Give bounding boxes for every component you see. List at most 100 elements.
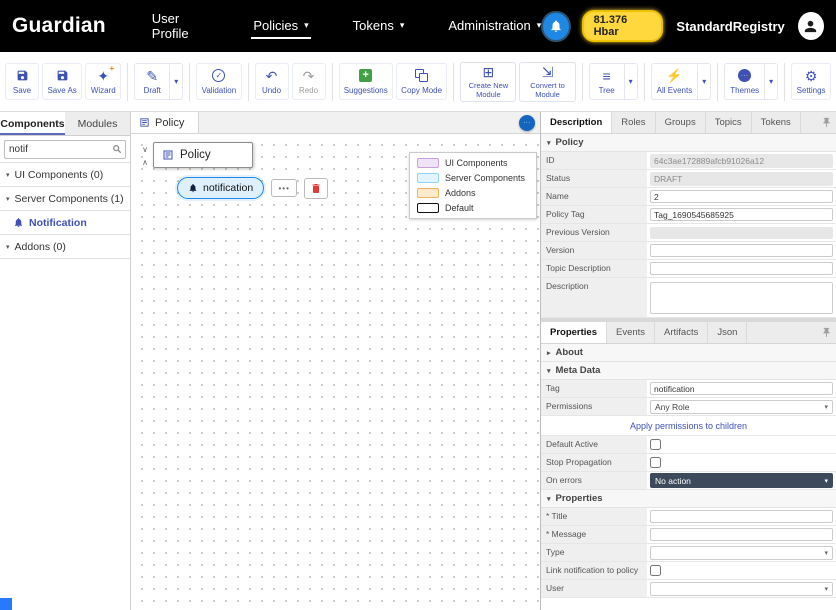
on-errors-select[interactable]: No action ▾	[650, 473, 833, 488]
section-about[interactable]: ▸ About	[541, 344, 836, 362]
events-icon: ⚡	[666, 68, 682, 83]
save-as-button[interactable]: Save As	[42, 63, 82, 100]
wizard-button[interactable]: ✦+ Wizard	[85, 63, 121, 100]
legend-server-components[interactable]: Server Components	[417, 173, 529, 183]
copy-mode-label: Copy Mode	[401, 86, 442, 95]
app-logo[interactable]: Guardian	[12, 14, 106, 38]
name-input[interactable]	[650, 190, 833, 203]
nav-user-profile[interactable]: User Profile	[150, 6, 212, 47]
tab-description[interactable]: Description	[541, 112, 612, 133]
avatar[interactable]	[798, 12, 824, 40]
validation-button[interactable]: ✓ Validation	[196, 63, 241, 100]
legend-default[interactable]: Default	[417, 203, 529, 213]
section-properties[interactable]: ▾ Properties	[541, 490, 836, 508]
link-notification-checkbox[interactable]	[650, 565, 661, 576]
settings-button[interactable]: ⚙ Settings	[791, 63, 831, 100]
chevron-down-icon: ▾	[824, 585, 828, 593]
tab-json[interactable]: Json	[708, 322, 747, 343]
pin-icon[interactable]	[821, 117, 832, 128]
node-more-button[interactable]: •••	[271, 179, 297, 197]
node-delete-button[interactable]	[304, 178, 328, 199]
search-input[interactable]	[4, 140, 126, 159]
all-events-button[interactable]: ⚡ All Events	[652, 64, 698, 99]
collapse-all-button[interactable]: ∨	[137, 143, 153, 156]
redo-button[interactable]: ↷ Redo	[292, 63, 326, 100]
draft-button[interactable]: ✎ Draft	[135, 64, 169, 99]
legend-ui-components[interactable]: UI Components	[417, 158, 529, 168]
nav-policies-label: Policies	[253, 18, 298, 33]
tab-tokens[interactable]: Tokens	[752, 112, 801, 133]
chevron-down-icon: ▾	[547, 139, 551, 147]
pin-icon[interactable]	[821, 327, 832, 338]
undo-button[interactable]: ↶ Undo	[255, 63, 289, 100]
title-input[interactable]	[650, 510, 833, 523]
tree-button[interactable]: ≡ Tree	[590, 64, 624, 99]
create-new-module-button[interactable]: ⊞ Create New Module	[460, 62, 516, 102]
policy-description-card: Description Roles Groups Topics Tokens ▾…	[541, 112, 836, 318]
bell-icon	[13, 217, 24, 228]
default-active-checkbox[interactable]	[650, 439, 661, 450]
notifications-button[interactable]	[543, 13, 568, 40]
tab-roles[interactable]: Roles	[612, 112, 655, 133]
sidebar-item-notification[interactable]: Notification	[0, 211, 130, 235]
suggestions-button[interactable]: + Suggestions	[339, 63, 393, 100]
convert-to-module-button[interactable]: ⇲ Convert to Module	[519, 62, 575, 102]
theme-palette-button[interactable]: ···	[519, 115, 535, 131]
type-select[interactable]: ▾	[650, 546, 833, 560]
wizard-icon: ✦+	[97, 68, 109, 83]
legend-addons[interactable]: Addons	[417, 188, 529, 198]
document-icon	[139, 117, 150, 128]
nav-policies[interactable]: Policies ▾	[251, 13, 310, 39]
convert-module-icon: ⇲	[542, 65, 554, 80]
section-meta-data[interactable]: ▾ Meta Data	[541, 362, 836, 380]
save-button[interactable]: Save	[5, 63, 39, 100]
notification-node-row: notification •••	[177, 177, 328, 199]
topbar-right: 81.376 Hbar StandardRegistry	[543, 10, 824, 42]
expand-all-button[interactable]: ∧	[137, 156, 153, 169]
nav-tokens[interactable]: Tokens ▾	[351, 13, 407, 39]
user-select[interactable]: ▾	[650, 582, 833, 596]
sidebar-section-server-components[interactable]: ▾ Server Components (1)	[0, 187, 130, 211]
apply-permissions-button[interactable]: Apply permissions to children	[541, 416, 836, 436]
nav-administration[interactable]: Administration ▾	[446, 13, 543, 39]
themes-button[interactable]: ··· Themes	[725, 64, 764, 99]
section-label: UI Components (0)	[15, 169, 104, 181]
tab-artifacts[interactable]: Artifacts	[655, 322, 708, 343]
message-input[interactable]	[650, 528, 833, 541]
section-policy[interactable]: ▾ Policy	[541, 134, 836, 152]
copy-mode-button[interactable]: Copy Mode	[396, 63, 447, 100]
policy-root-node[interactable]: Policy	[153, 142, 253, 168]
version-input[interactable]	[650, 244, 833, 257]
description-textarea[interactable]	[650, 282, 833, 314]
tab-properties[interactable]: Properties	[541, 322, 607, 343]
legend-label: UI Components	[445, 158, 508, 168]
tab-modules[interactable]: Modules	[65, 112, 130, 135]
legend-label: Default	[445, 203, 474, 213]
section-label: Addons (0)	[15, 241, 66, 253]
permissions-select[interactable]: Any Role ▾	[650, 400, 833, 414]
field-row-previous-version: Previous Version	[541, 224, 836, 242]
topic-description-input[interactable]	[650, 262, 833, 275]
sidebar-section-ui-components[interactable]: ▾ UI Components (0)	[0, 163, 130, 187]
node-properties-card: Properties Events Artifacts Json ▸ About…	[541, 322, 836, 610]
notification-node[interactable]: notification	[177, 177, 264, 199]
stop-propagation-checkbox[interactable]	[650, 457, 661, 468]
toolbar-separator	[127, 63, 128, 101]
person-icon	[802, 18, 819, 35]
tab-topics[interactable]: Topics	[706, 112, 752, 133]
tab-policy[interactable]: Policy	[131, 112, 199, 133]
themes-caret[interactable]: ▾	[764, 64, 777, 99]
draft-caret[interactable]: ▾	[169, 64, 182, 99]
tag-input[interactable]	[650, 382, 833, 395]
undo-icon: ↶	[266, 68, 278, 83]
tab-events[interactable]: Events	[607, 322, 655, 343]
tree-caret[interactable]: ▾	[624, 64, 637, 99]
policy-canvas[interactable]: ∨ ∧ Policy notification	[131, 134, 540, 610]
username-label[interactable]: StandardRegistry	[676, 19, 784, 34]
tab-groups[interactable]: Groups	[656, 112, 706, 133]
tab-components[interactable]: Components	[0, 112, 65, 135]
policy-tag-input[interactable]	[650, 208, 833, 221]
all-events-caret[interactable]: ▾	[697, 64, 710, 99]
link-notification-label: Link notification to policy	[541, 562, 647, 579]
sidebar-section-addons[interactable]: ▾ Addons (0)	[0, 235, 130, 259]
